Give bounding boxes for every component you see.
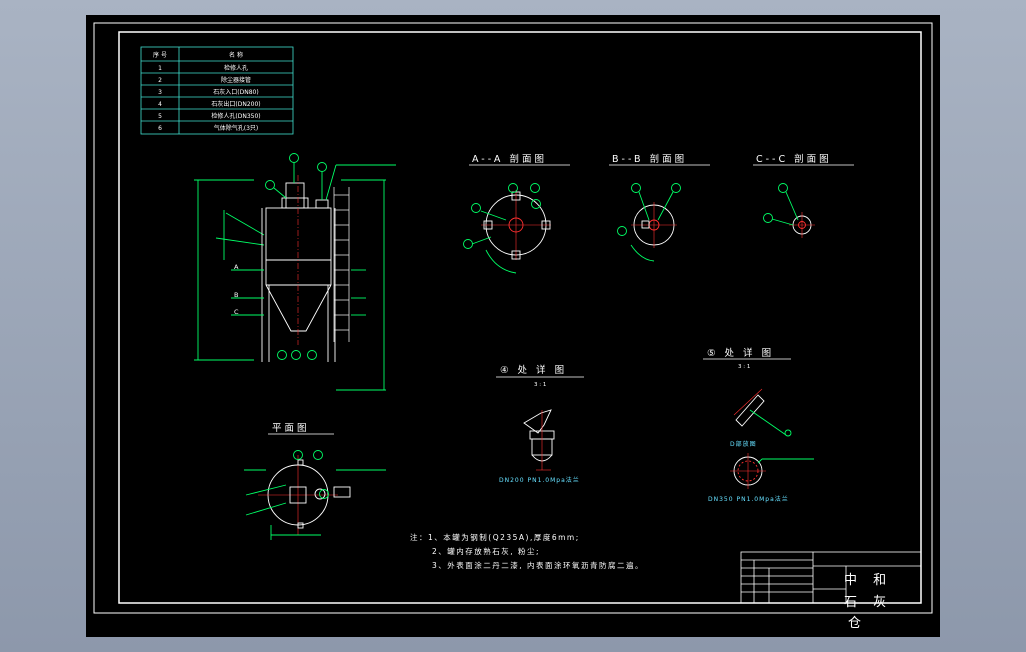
- outer-frame: [93, 22, 933, 614]
- note-line: 3、外表面涂二丹二漆, 内表面涂环氧沥青防腐二遍。: [432, 560, 644, 570]
- detail5-drawing: [730, 388, 814, 489]
- note-line: 注：1、本罐为钢制(Q235A),厚度6mm;: [410, 532, 580, 542]
- title-block-text: 中 和 石 灰 仓: [844, 573, 892, 631]
- flange5-label: DN350 PN1.0Mpa法兰: [708, 495, 789, 503]
- table-row: 除尘器接管: [221, 76, 251, 84]
- title-aa: A--A 剖面图: [472, 153, 547, 165]
- notes: 注：1、本罐为钢制(Q235A),厚度6mm; 2、罐内存放熟石灰, 粉尘; 3…: [410, 532, 644, 570]
- cad-drawing: 序 号 名 称 1 检修人孔 2 除尘器接管 3 石灰入口(DN80) 4 石灰…: [93, 22, 933, 631]
- title-name-2: 石 灰: [844, 595, 892, 610]
- table-row: 2: [158, 77, 162, 84]
- title-detail4: ④ 处 详 图: [500, 364, 567, 376]
- table-row: 6: [158, 125, 162, 132]
- title-detail5: ⑤ 处 详 图: [707, 347, 774, 359]
- title-name-3: 仓: [848, 616, 867, 631]
- section-label-b: B: [234, 291, 238, 299]
- section-aa-drawing: [463, 183, 551, 274]
- title-plan: 平面图: [272, 423, 310, 434]
- table-row: 1: [158, 65, 162, 72]
- table-row: 4: [158, 101, 162, 108]
- table-row: 石灰入口(DN80): [213, 88, 258, 96]
- title-cc: C--C 剖面图: [756, 153, 832, 165]
- detail4-drawing: [523, 409, 555, 471]
- section-titles: A--A 剖面图 B--B 剖面图 C--C 剖面图 平面图 ④ 处 详 图 3…: [268, 153, 854, 435]
- silo-elevation: [194, 153, 396, 391]
- section-letters: A B C: [234, 263, 239, 316]
- title-name-1: 中 和: [844, 573, 892, 588]
- title-bb: B--B 剖面图: [612, 153, 687, 165]
- plan-view-drawing: [244, 450, 386, 540]
- section-label-a: A: [234, 263, 239, 271]
- table-row: 5: [158, 113, 162, 120]
- table-row: 气体除气孔(3只): [214, 124, 259, 132]
- section-cc-drawing: [763, 183, 815, 238]
- table-row: 3: [158, 89, 162, 96]
- table-header-name: 名 称: [229, 51, 243, 59]
- cad-viewport[interactable]: 序 号 名 称 1 检修人孔 2 除尘器接管 3 石灰入口(DN80) 4 石灰…: [86, 15, 940, 637]
- section-label-c: C: [234, 308, 239, 316]
- manhole-label: D部放图: [730, 440, 757, 448]
- table-header-no: 序 号: [153, 51, 167, 59]
- title-block: [740, 551, 922, 604]
- scale-detail4: 3 : 1: [534, 382, 546, 388]
- section-bb-drawing: [617, 183, 681, 262]
- parts-table-text: 序 号 名 称 1 检修人孔 2 除尘器接管 3 石灰入口(DN80) 4 石灰…: [153, 51, 261, 132]
- note-line: 2、罐内存放熟石灰, 粉尘;: [432, 546, 540, 556]
- flange4-label: DN200 PN1.0Mpa法兰: [499, 476, 580, 484]
- table-row: 石灰出口(DN200): [211, 100, 260, 108]
- table-row: 检修人孔(DN350): [211, 112, 260, 120]
- table-row: 检修人孔: [224, 64, 248, 72]
- scale-detail5: 3 : 1: [738, 364, 750, 370]
